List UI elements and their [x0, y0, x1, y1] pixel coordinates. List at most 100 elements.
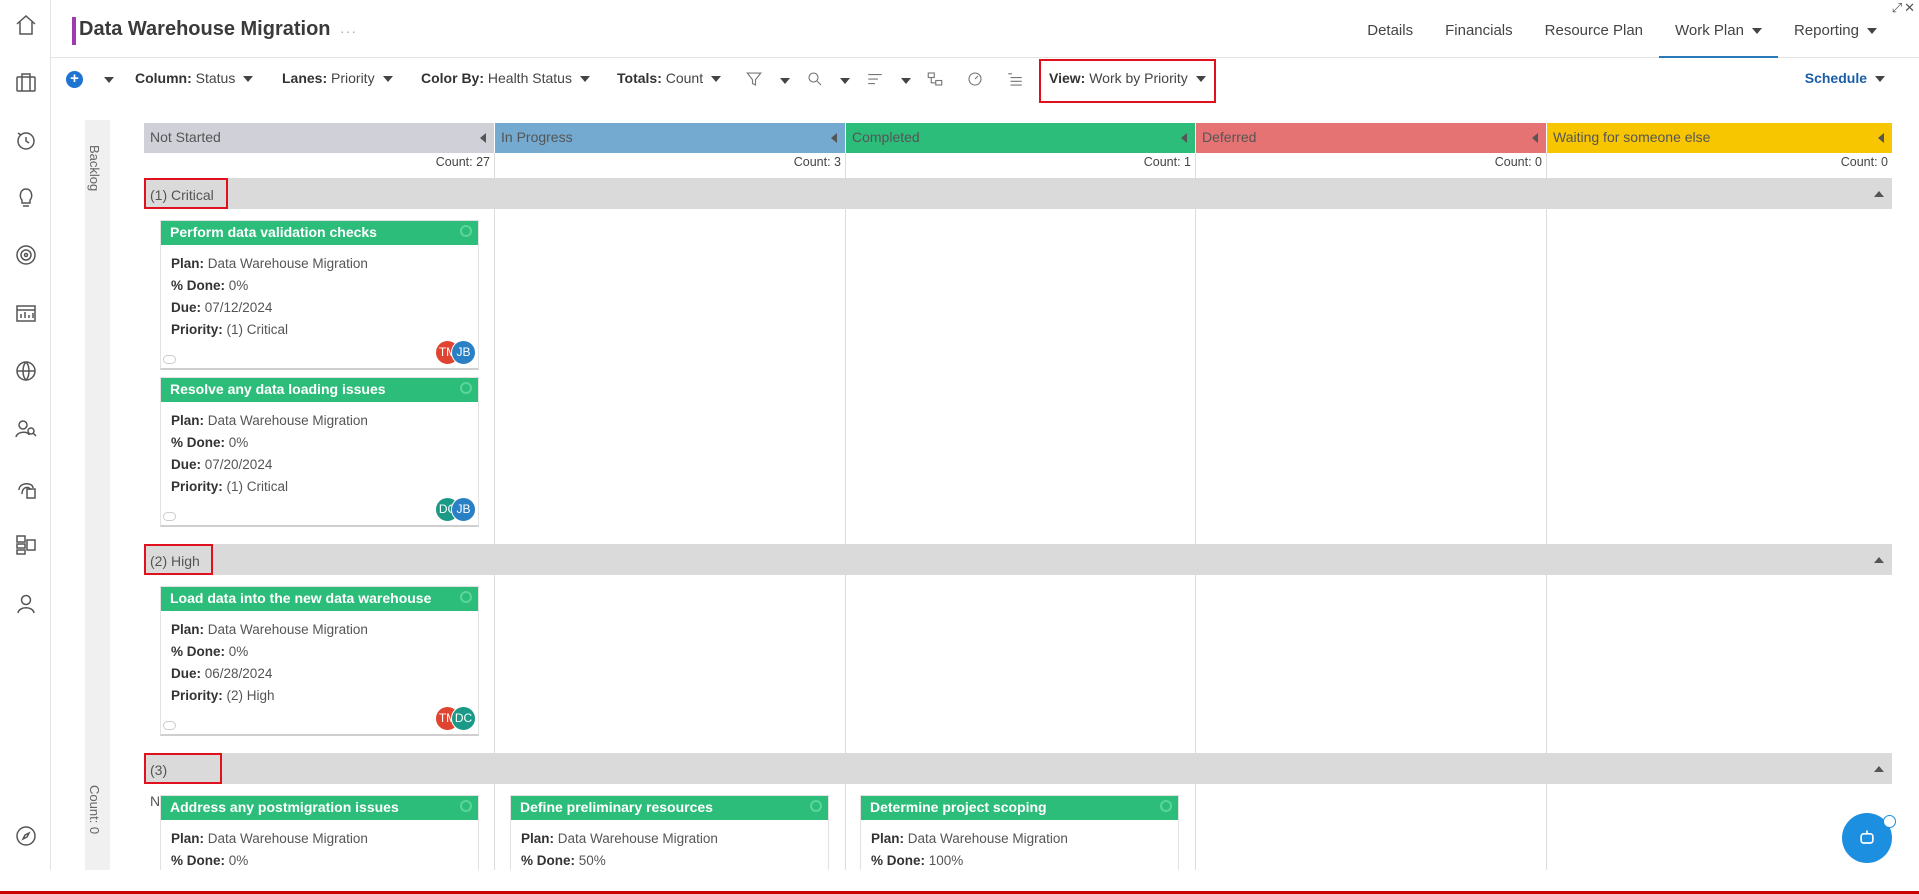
compass-icon[interactable]: [12, 822, 39, 849]
add-icon[interactable]: +: [66, 71, 83, 88]
column-header-in-progress[interactable]: In Progress: [495, 123, 845, 153]
tab-details[interactable]: Details: [1351, 0, 1429, 58]
collapse-column-icon[interactable]: [1532, 133, 1538, 143]
clock-history-icon[interactable]: [12, 126, 39, 153]
collapse-column-icon[interactable]: [480, 133, 486, 143]
card-due: 06/28/2024: [204, 666, 273, 681]
column-header-waiting[interactable]: Waiting for someone else: [1547, 123, 1892, 153]
tab-work-plan[interactable]: Work Plan: [1659, 0, 1778, 58]
swimlane-critical[interactable]: (1) Critical: [144, 178, 1892, 209]
backlog-label: Backlog: [87, 145, 102, 192]
title-accent: [72, 17, 76, 45]
task-card[interactable]: Determine project scoping Plan: Data War…: [860, 795, 1179, 870]
task-card[interactable]: Resolve any data loading issues Plan: Da…: [160, 377, 479, 527]
collapse-column-icon[interactable]: [831, 133, 837, 143]
collapse-column-icon[interactable]: [1181, 133, 1187, 143]
chevron-down-icon: [1867, 28, 1877, 35]
backlog-strip[interactable]: [85, 120, 110, 870]
collapse-column-icon[interactable]: [1878, 133, 1884, 143]
collapse-lane-icon[interactable]: [1874, 766, 1884, 772]
task-card[interactable]: Address any postmigration issues Plan: D…: [160, 795, 479, 870]
schedule-button[interactable]: Schedule: [1805, 70, 1885, 86]
comment-icon[interactable]: [163, 721, 176, 730]
tab-reporting[interactable]: Reporting: [1778, 0, 1893, 58]
card-plan: Data Warehouse Migration: [557, 831, 718, 846]
card-due: 07/20/2024: [204, 457, 273, 472]
card-priority: (1) Critical: [226, 322, 289, 337]
card-due: 07/12/2024: [204, 300, 273, 315]
filter-icon[interactable]: [745, 70, 763, 91]
swimlane-high[interactable]: (2) High: [144, 544, 1892, 575]
sort-dropdown-icon[interactable]: [901, 78, 911, 84]
gauge-icon[interactable]: [966, 70, 984, 91]
card-title: Define preliminary resources: [520, 799, 713, 815]
sort-icon[interactable]: [866, 70, 884, 91]
card-done: 0%: [228, 853, 249, 868]
collapse-lane-icon[interactable]: [1874, 557, 1884, 563]
totals-select[interactable]: Totals: Count: [617, 70, 722, 86]
briefcase-icon[interactable]: [12, 68, 39, 95]
search-icon[interactable]: [806, 70, 824, 91]
lane-label: (3) Normal: [144, 753, 222, 809]
card-plan: Data Warehouse Migration: [207, 622, 368, 637]
lane-label: (2) High: [144, 544, 213, 575]
board-toolbar: + Column: Status Lanes: Priority Color B…: [51, 58, 1919, 104]
card-status-icon: [1160, 800, 1172, 812]
column-count: Count: 3: [793, 155, 841, 169]
chart-table-icon[interactable]: [12, 299, 39, 326]
card-title: Load data into the new data warehouse: [170, 590, 432, 606]
tab-financials[interactable]: Financials: [1429, 0, 1529, 58]
outline-list-icon[interactable]: [1006, 70, 1024, 91]
lightbulb-icon[interactable]: [12, 183, 39, 210]
top-nav: Details Financials Resource Plan Work Pl…: [1351, 0, 1893, 58]
task-card[interactable]: Perform data validation checks Plan: Dat…: [160, 220, 479, 370]
chevron-down-icon: [1751, 28, 1762, 35]
view-select[interactable]: View: Work by Priority: [1049, 70, 1206, 86]
left-nav-rail: [0, 0, 51, 870]
swimlane-normal[interactable]: (3) Normal: [144, 753, 1892, 809]
search-dropdown-icon[interactable]: [840, 78, 850, 84]
card-done: 0%: [228, 435, 249, 450]
task-card[interactable]: Load data into the new data warehouse Pl…: [160, 586, 479, 736]
column-header-not-started[interactable]: Not Started: [144, 123, 494, 153]
column-count: Count: 0: [1840, 155, 1888, 169]
comment-icon[interactable]: [163, 355, 176, 364]
page-header: Data Warehouse Migration ··· Details Fin…: [51, 0, 1919, 58]
user-icon[interactable]: [12, 590, 39, 617]
collapse-lane-icon[interactable]: [1874, 191, 1884, 197]
avatar[interactable]: DC: [451, 706, 476, 731]
card-status-icon: [810, 800, 822, 812]
people-search-icon[interactable]: [12, 415, 39, 442]
lanes-select[interactable]: Lanes: Priority: [282, 70, 393, 86]
column-count: Count: 1: [1143, 155, 1191, 169]
hierarchy-icon[interactable]: [926, 70, 944, 91]
more-options-icon[interactable]: ···: [340, 23, 357, 39]
tab-resource-plan[interactable]: Resource Plan: [1529, 0, 1659, 58]
card-plan: Data Warehouse Migration: [207, 413, 368, 428]
column-select[interactable]: Column: Status: [135, 70, 254, 86]
task-card[interactable]: Define preliminary resources Plan: Data …: [510, 795, 829, 870]
color-by-select[interactable]: Color By: Health Status: [421, 70, 590, 86]
filter-dropdown-icon[interactable]: [780, 78, 790, 84]
card-status-icon: [460, 382, 472, 394]
card-status-icon: [460, 800, 472, 812]
avatar[interactable]: JB: [451, 497, 476, 522]
column-count: Count: 0: [1494, 155, 1542, 169]
card-status-icon: [460, 591, 472, 603]
power-badge-icon[interactable]: [1883, 815, 1896, 828]
home-icon[interactable]: [12, 11, 39, 38]
target-icon[interactable]: [12, 241, 39, 268]
card-plan: Data Warehouse Migration: [907, 831, 1068, 846]
comment-icon[interactable]: [163, 512, 176, 521]
portfolio-structure-icon[interactable]: [12, 531, 39, 558]
card-title: Determine project scoping: [870, 799, 1047, 815]
fingerprint-report-icon[interactable]: [12, 474, 39, 501]
card-title: Address any postmigration issues: [170, 799, 399, 815]
kanban-board: Not Started In Progress Completed Deferr…: [144, 123, 1892, 870]
globe-icon[interactable]: [12, 357, 39, 384]
column-header-completed[interactable]: Completed: [846, 123, 1195, 153]
avatar[interactable]: JB: [451, 340, 476, 365]
window-controls[interactable]: ⤢✕: [1892, 0, 1917, 16]
add-dropdown-icon[interactable]: [104, 77, 114, 83]
column-header-deferred[interactable]: Deferred: [1196, 123, 1546, 153]
